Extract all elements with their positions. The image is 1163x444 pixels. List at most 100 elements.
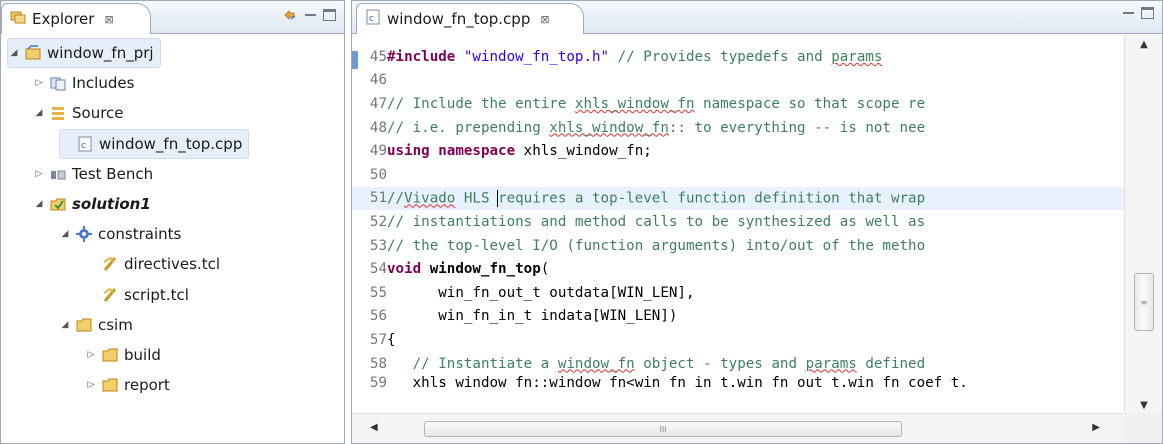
explorer-tabbar: Explorer ⊠ xyxy=(1,1,344,34)
link-with-editor-icon[interactable] xyxy=(282,7,298,23)
tree-item-label: window_fn_top.cpp xyxy=(99,134,243,153)
code-text: { xyxy=(387,332,396,348)
code-line[interactable]: 46 xyxy=(352,69,1124,93)
tree-item[interactable]: ▷ Includes xyxy=(33,68,135,98)
line-number: 51 xyxy=(369,190,387,207)
horizontal-scrollbar[interactable]: ◀ III ▶ xyxy=(352,413,1124,443)
code-token: object - types and xyxy=(634,355,806,372)
code-line[interactable]: 54 void window_fn_top( xyxy=(352,257,1124,281)
code-line[interactable]: 52// instantiations and method calls to … xyxy=(352,210,1124,234)
code-line[interactable]: 49 using namespace xhls_window_fn; xyxy=(352,139,1124,163)
code-line[interactable]: 57{ xyxy=(352,328,1124,352)
expand-right-icon[interactable]: ▷ xyxy=(85,380,97,390)
tab-explorer[interactable]: Explorer ⊠ xyxy=(1,3,151,34)
folder-icon xyxy=(75,316,93,334)
code-token: { xyxy=(387,331,396,348)
code-line[interactable]: 56 win_fn_in_t indata[WIN_LEN]) xyxy=(352,305,1124,329)
minimize-icon[interactable] xyxy=(304,9,317,21)
scroll-left-icon[interactable]: ◀ xyxy=(370,422,378,433)
code-token: void xyxy=(387,261,422,278)
tree-item[interactable]: ◢ window_fn_prj xyxy=(7,38,161,68)
scroll-up-icon[interactable]: ▲ xyxy=(1125,39,1163,50)
tree-item-label: window_fn_prj xyxy=(47,44,154,62)
spell-error-token: xhls_window_fn xyxy=(549,119,669,136)
code-token: win_fn_in_t indata[WIN_LEN]) xyxy=(387,308,678,325)
vertical-scroll-thumb[interactable]: ≡ xyxy=(1134,273,1154,331)
spell-error-token: params xyxy=(831,48,883,65)
tab-window-fn-top-cpp[interactable]: c window_fn_top.cpp ⊠ xyxy=(356,3,584,34)
expand-down-icon[interactable]: ◢ xyxy=(33,108,45,118)
includes-icon xyxy=(49,74,67,92)
source-icon xyxy=(49,104,67,122)
close-icon[interactable]: ⊠ xyxy=(104,13,113,26)
expand-down-icon[interactable]: ◢ xyxy=(59,320,71,330)
code-line[interactable]: 59 xhls_window_fn::window_fn<win_fn_in_t… xyxy=(352,375,1124,387)
code-text: using namespace xhls_window_fn; xyxy=(387,143,652,159)
line-number: 50 xyxy=(369,166,387,183)
code-line[interactable]: 47// Include the entire xhls_window_fn n… xyxy=(352,92,1124,116)
code-line[interactable]: 48// i.e. prepending xhls_window_fn:: to… xyxy=(352,116,1124,140)
tree-item-label: report xyxy=(124,376,170,395)
tree-item-label: Test Bench xyxy=(72,164,154,183)
code-line[interactable]: 50 xyxy=(352,163,1124,187)
code-line[interactable]: 45 #include "window_fn_top.h" // Provides… xyxy=(352,45,1124,69)
solution-icon xyxy=(49,195,67,213)
code-text: // Instantiate a window_fn object - type… xyxy=(387,355,926,372)
code-line[interactable]: 58 // Instantiate a window_fn object - t… xyxy=(352,352,1124,376)
close-icon[interactable]: ⊠ xyxy=(540,13,549,26)
constraints-icon xyxy=(75,225,93,243)
tree-item[interactable]: ▷ Test Bench xyxy=(33,159,154,189)
code-token: using xyxy=(387,143,430,160)
code-token: requires a top-level function definition… xyxy=(498,190,926,207)
expand-down-icon[interactable]: ◢ xyxy=(8,48,20,58)
tree-item[interactable]: ◢ solution1 xyxy=(33,189,151,219)
expand-right-icon[interactable]: ▷ xyxy=(85,350,97,360)
scroll-down-icon[interactable]: ▼ xyxy=(1125,400,1163,411)
expand-right-icon[interactable]: ▷ xyxy=(33,78,45,88)
cpp-file-icon: c xyxy=(365,9,381,29)
editor-panel-controls xyxy=(1122,7,1154,19)
tree-item[interactable]: ◢ Source xyxy=(33,98,124,128)
code-editor[interactable]: 45 #include "window_fn_top.h" // Provides… xyxy=(352,35,1124,415)
svg-text:c: c xyxy=(369,14,374,24)
line-number: 59 xyxy=(369,375,387,388)
code-text: // instantiations and method calls to be… xyxy=(387,214,925,230)
minimize-icon[interactable] xyxy=(1122,7,1135,19)
maximize-icon[interactable] xyxy=(1141,7,1154,19)
code-token: // Provides typedefs and xyxy=(609,48,832,65)
code-line[interactable]: 53// the top-level I/O (function argumen… xyxy=(352,234,1124,258)
expand-down-icon[interactable]: ◢ xyxy=(59,229,71,239)
code-token: namespace so that scope re xyxy=(694,95,926,112)
scroll-right-icon[interactable]: ▶ xyxy=(1092,422,1100,433)
code-token: defined xyxy=(856,355,926,372)
grip-icon: ≡ xyxy=(1140,297,1148,307)
expand-right-icon[interactable]: ▷ xyxy=(33,169,45,179)
tree-item[interactable]: directives.tcl xyxy=(85,249,220,279)
tree-item[interactable]: script.tcl xyxy=(85,280,189,310)
project-icon xyxy=(24,44,42,62)
maximize-icon[interactable] xyxy=(323,9,336,21)
code-text: //Vivado HLS requires a top-level functi… xyxy=(387,189,926,207)
cpp-file-icon: c xyxy=(76,135,94,153)
code-line[interactable]: 51//Vivado HLS requires a top-level func… xyxy=(352,186,1124,211)
code-text: void window_fn_top( xyxy=(387,261,549,277)
tree-item[interactable]: ▷ build xyxy=(85,340,161,370)
code-token: // the top-level I/O (function arguments… xyxy=(387,237,926,254)
tree-item[interactable]: ◢ constraints xyxy=(59,219,182,249)
vertical-scrollbar[interactable]: ▲ ≡ ▼ xyxy=(1124,35,1162,415)
grip-icon: III xyxy=(659,424,667,434)
tree-item[interactable]: c window_fn_top.cpp xyxy=(59,128,250,159)
horizontal-scroll-thumb[interactable]: III xyxy=(424,421,902,437)
line-number: 56 xyxy=(369,308,387,325)
tcl-file-icon xyxy=(101,255,119,273)
tree-item[interactable]: ▷ report xyxy=(85,370,170,400)
tree-item[interactable]: ◢ csim xyxy=(59,310,133,340)
tree-item-label: script.tcl xyxy=(124,285,189,304)
spell-error-token: Vivado xyxy=(404,190,456,207)
code-token: xhls_window_fn; xyxy=(515,143,652,160)
tree-item-label: csim xyxy=(98,315,133,334)
expand-down-icon[interactable]: ◢ xyxy=(33,199,45,209)
tree-item-label: build xyxy=(124,346,161,364)
code-line[interactable]: 55 win_fn_out_t outdata[WIN_LEN], xyxy=(352,281,1124,305)
